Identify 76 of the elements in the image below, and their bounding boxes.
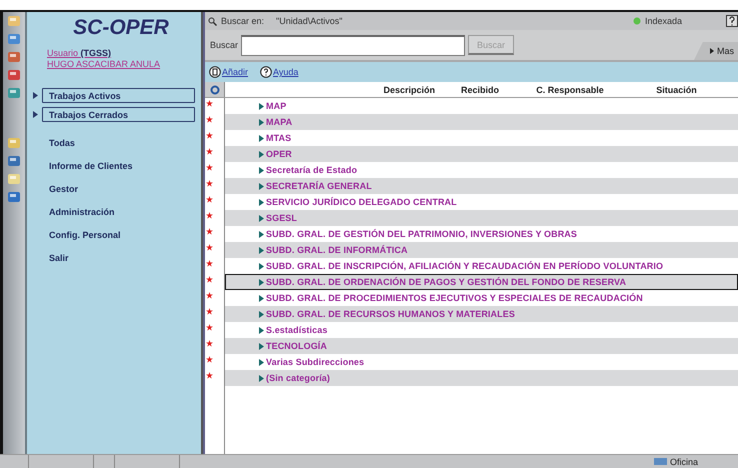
star-icon <box>206 196 213 203</box>
star-icon <box>206 116 213 123</box>
star-icon <box>206 244 213 251</box>
sidebar-link[interactable]: Administración <box>49 201 115 224</box>
category-row[interactable]: SUBD. GRAL. DE INFORMÁTICA <box>225 242 738 258</box>
user-link[interactable]: Usuario (TGSS) HUGO ASCACIBAR ANULA <box>47 48 195 70</box>
star-icon <box>206 292 213 299</box>
category-row[interactable]: SUBD. GRAL. DE ORDENACIÓN DE PAGOS Y GESTIÓN DEL FONDO DE RESERVA <box>225 274 738 290</box>
triangle-icon <box>259 230 264 238</box>
sidebar-link[interactable]: Gestor <box>49 178 78 201</box>
action-link[interactable]: Ayuda <box>260 66 298 78</box>
triangle-icon <box>259 374 264 382</box>
sidebar-link[interactable]: Informe de Clientes <box>49 155 133 178</box>
document-icon <box>209 66 221 78</box>
star-icon <box>206 356 213 363</box>
triangle-icon <box>33 92 38 99</box>
triangle-icon <box>259 358 264 366</box>
category-row[interactable]: (Sin categoría) <box>225 370 738 386</box>
app-title: SC-OPER <box>72 16 170 40</box>
triangle-icon <box>259 198 264 206</box>
star-icon <box>206 132 213 139</box>
triangle-icon <box>259 134 264 142</box>
triangle-icon <box>259 262 264 270</box>
sidebar-group-button[interactable]: Trabajos Activos <box>42 88 195 103</box>
sidebar-link[interactable]: Todas <box>49 132 75 155</box>
search-label: Buscar <box>210 40 238 50</box>
search-icon <box>208 16 217 26</box>
triangle-icon <box>259 150 264 158</box>
star-icon <box>206 308 213 315</box>
star-icon <box>206 212 213 219</box>
star-icon <box>206 164 213 171</box>
star-icon <box>206 260 213 267</box>
scope-value: "Unidad\Activos" <box>276 16 342 26</box>
column-header[interactable]: Descripción <box>225 84 435 94</box>
sidebar-group-button[interactable]: Trabajos Cerrados <box>42 107 195 122</box>
status-office: Oficina <box>654 455 698 468</box>
category-row[interactable]: OPER <box>225 146 738 162</box>
help-icon[interactable] <box>726 15 738 27</box>
refresh-icon[interactable] <box>210 84 220 94</box>
sidebar-link[interactable]: Config. Personal <box>49 224 121 247</box>
more-tab[interactable]: Mas <box>694 42 738 60</box>
help-icon <box>260 66 272 78</box>
triangle-icon <box>259 310 264 318</box>
triangle-icon <box>259 294 264 302</box>
triangle-icon <box>259 326 264 334</box>
star-icon <box>206 148 213 155</box>
star-icon <box>206 180 213 187</box>
triangle-icon <box>259 214 264 222</box>
triangle-icon <box>259 342 264 350</box>
star-icon <box>206 372 213 379</box>
triangle-icon <box>259 166 264 174</box>
category-row[interactable]: MAPA <box>225 114 738 130</box>
category-row[interactable]: SECRETARÍA GENERAL <box>225 178 738 194</box>
scope-label: Buscar en: <box>221 16 264 26</box>
triangle-icon <box>259 118 264 126</box>
column-header[interactable]: Recibido <box>435 84 525 94</box>
triangle-icon <box>710 48 714 54</box>
triangle-icon <box>259 246 264 254</box>
column-header[interactable]: C. Responsable <box>525 84 615 94</box>
star-icon <box>206 340 213 347</box>
star-icon <box>206 276 213 283</box>
sidebar-link[interactable]: Salir <box>49 247 69 270</box>
star-icon <box>206 228 213 235</box>
category-row[interactable]: SGESL <box>225 210 738 226</box>
star-icon <box>206 100 213 107</box>
category-row[interactable]: TECNOLOGÍA <box>225 338 738 354</box>
search-field[interactable] <box>241 34 466 56</box>
triangle-icon <box>259 278 264 286</box>
triangle-icon <box>33 111 38 118</box>
column-header[interactable]: Situación <box>615 84 738 94</box>
action-link[interactable]: Añadir <box>209 66 248 78</box>
triangle-icon <box>259 102 264 110</box>
category-row[interactable]: SUBD. GRAL. DE RECURSOS HUMANOS Y MATERIALES <box>225 306 738 322</box>
star-icon <box>206 324 213 331</box>
index-status: Indexada <box>644 16 682 26</box>
triangle-icon <box>259 182 264 190</box>
